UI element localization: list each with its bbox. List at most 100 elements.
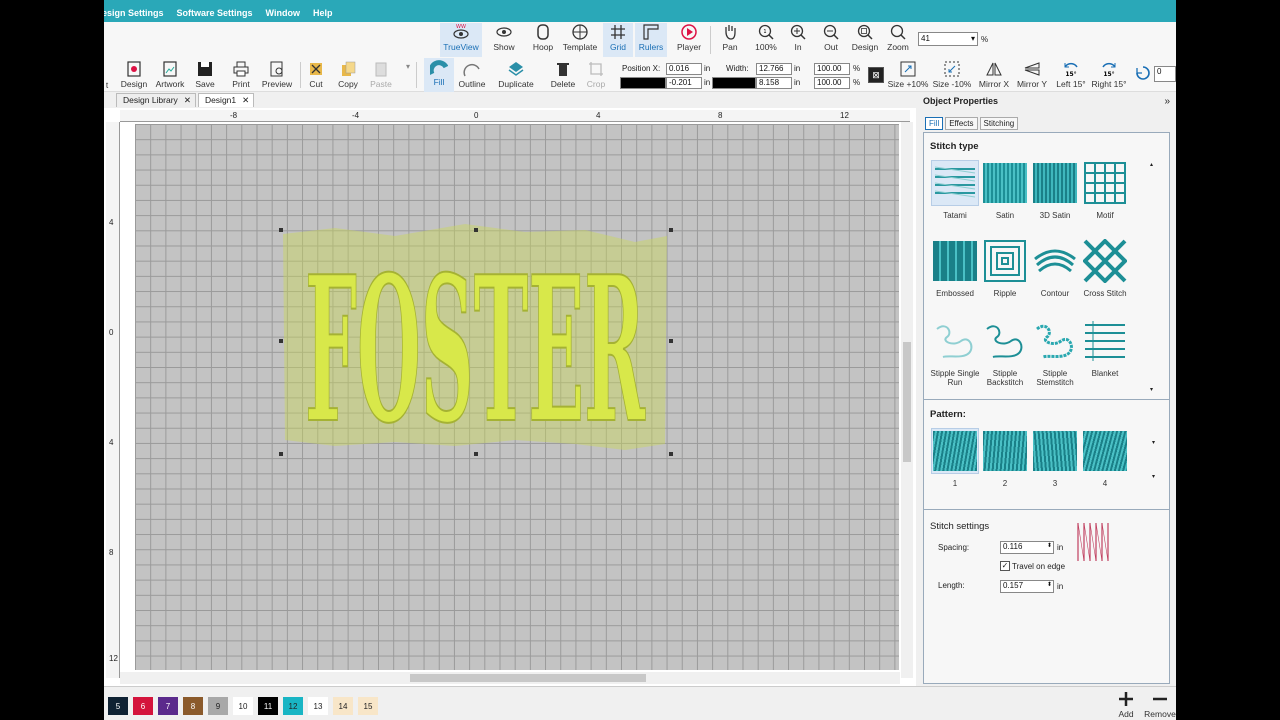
delete-button[interactable]: Delete (548, 60, 578, 89)
stitch-stipple-backstitch[interactable]: Stipple Backstitch (980, 319, 1030, 387)
thread-color-chip[interactable]: 5 (108, 697, 128, 715)
close-icon[interactable]: ✕ (184, 94, 191, 107)
stitch-ripple[interactable]: Ripple (980, 239, 1030, 298)
scale-x-input[interactable]: 100.00 (814, 63, 850, 75)
pattern-3[interactable]: 3 (1030, 429, 1080, 488)
cut-button[interactable]: Cut (304, 60, 328, 89)
stitch-stipple-single-run[interactable]: Stipple Single Run (930, 319, 980, 387)
toolbar-overflow[interactable]: t (104, 62, 110, 90)
menu-help[interactable]: Help (313, 8, 333, 18)
tab-effects[interactable]: Effects (945, 117, 978, 130)
stitch-cross[interactable]: Cross Stitch (1080, 239, 1130, 298)
scroll-thumb[interactable] (410, 674, 646, 682)
stitch-contour[interactable]: Contour (1030, 239, 1080, 298)
thread-color-chip[interactable]: 7 (158, 697, 178, 715)
width-input[interactable]: 12.766 (756, 63, 792, 75)
template-button[interactable]: Template (562, 23, 598, 52)
design-button[interactable]: Design (119, 60, 149, 89)
rotate-right-button[interactable]: 15° Right 15° (1090, 60, 1128, 89)
height-input[interactable]: 8.158 (756, 77, 792, 89)
mirror-y-button[interactable]: Mirror Y (1014, 60, 1050, 89)
stitch-3d-satin[interactable]: 3D Satin (1030, 161, 1080, 220)
add-color-button[interactable]: Add (1114, 690, 1138, 719)
pattern-4[interactable]: 4 (1080, 429, 1130, 488)
spacing-input[interactable]: 0.116 ⬍ (1000, 541, 1054, 554)
outline-button[interactable]: Outline (456, 60, 488, 89)
chevron-down-icon[interactable]: ▾ (1152, 473, 1155, 480)
rotate-free-button[interactable] (1134, 64, 1152, 83)
zoom-100-button[interactable]: 1 100% (752, 23, 780, 52)
fill-button[interactable]: Fill (424, 58, 454, 92)
horizontal-scrollbar[interactable] (120, 672, 900, 684)
rotation-input[interactable]: 0 (1154, 66, 1176, 82)
size-plus-button[interactable]: Size +10% (888, 60, 928, 89)
show-button[interactable]: Show (486, 23, 522, 52)
stitch-motif[interactable]: Motif (1080, 161, 1130, 220)
lock-aspect-button[interactable]: ⊠ (868, 67, 884, 83)
stitch-stipple-stemstitch[interactable]: Stipple Stemstitch (1030, 319, 1080, 387)
tab-fill[interactable]: Fill (925, 117, 944, 130)
copy-button[interactable]: Copy (336, 60, 360, 89)
artwork-button[interactable]: Artwork (153, 60, 187, 89)
ruler-vertical[interactable]: 4 0 4 8 12 (106, 122, 120, 678)
thread-color-chip[interactable]: 8 (183, 697, 203, 715)
vertical-scrollbar[interactable] (901, 122, 913, 678)
thread-color-chip[interactable]: 14 (333, 697, 353, 715)
scale-y-input[interactable]: 100.00 (814, 77, 850, 89)
rulers-button[interactable]: Rulers (635, 23, 667, 57)
thread-color-chip[interactable]: 15 (358, 697, 378, 715)
stitch-type-scrollbar[interactable]: ▴ ▾ (1150, 161, 1156, 393)
embroidery-design[interactable]: FOSTER (135, 124, 899, 670)
paste-button[interactable]: Paste (368, 60, 394, 89)
zoom-in-button[interactable]: In (786, 23, 810, 52)
position-x-input[interactable]: 0.016 (666, 63, 702, 75)
position-y-input[interactable]: -0.201 (666, 77, 702, 89)
size-minus-button[interactable]: Size -10% (932, 60, 972, 89)
design-text[interactable]: FOSTER (304, 232, 647, 469)
chevron-right-icon[interactable]: » (1164, 96, 1170, 107)
pattern-1[interactable]: 1 (930, 428, 980, 488)
tab-design-library[interactable]: Design Library ✕ (116, 93, 196, 107)
zoom-percent-input[interactable]: 41 ▾ (918, 32, 978, 46)
grid-button[interactable]: Grid (603, 23, 633, 57)
zoom-button[interactable]: Zoom (884, 23, 912, 52)
menu-software-settings[interactable]: Software Settings (177, 8, 253, 18)
hoop-grid[interactable]: FOSTER (135, 124, 899, 670)
thread-color-chip[interactable]: 12 (283, 697, 303, 715)
duplicate-button[interactable]: Duplicate (496, 60, 536, 89)
thread-color-chip[interactable]: 9 (208, 697, 228, 715)
thread-color-chip[interactable]: 6 (133, 697, 153, 715)
tab-design1[interactable]: Design1 ✕ (197, 93, 255, 107)
tab-stitching[interactable]: Stitching (979, 117, 1019, 130)
pattern-2[interactable]: 2 (980, 429, 1030, 488)
preview-button[interactable]: Preview (260, 60, 294, 89)
travel-on-edge-checkbox[interactable]: ✓ (1000, 561, 1010, 571)
close-icon[interactable]: ✕ (242, 94, 249, 107)
thread-color-chip[interactable]: 11 (258, 697, 278, 715)
stitch-embossed[interactable]: Embossed (930, 239, 980, 298)
pan-button[interactable]: Pan (716, 23, 744, 52)
hoop-button[interactable]: Hoop (528, 23, 558, 52)
stitch-blanket[interactable]: Blanket (1080, 319, 1130, 378)
thread-color-chip[interactable]: 10 (233, 697, 253, 715)
save-button[interactable]: Save (192, 60, 218, 89)
spinner-icon[interactable]: ⬍ (1047, 580, 1052, 590)
player-button[interactable]: Player (674, 23, 704, 52)
print-button[interactable]: Print (229, 60, 253, 89)
zoom-design-button[interactable]: Design (849, 23, 881, 52)
menu-window[interactable]: Window (266, 8, 300, 18)
trueview-button[interactable]: WW TrueView (440, 23, 482, 57)
zoom-out-button[interactable]: Out (818, 23, 844, 52)
chevron-down-icon[interactable]: ▾ (1150, 386, 1153, 393)
stitch-tatami[interactable]: Tatami (930, 160, 980, 220)
toolbar-expand-icon[interactable]: ▾ (406, 62, 410, 71)
rotate-left-button[interactable]: 15° Left 15° (1054, 60, 1088, 89)
remove-color-button[interactable]: Remove (1144, 690, 1176, 719)
scroll-thumb[interactable] (903, 342, 911, 462)
thread-color-chip[interactable]: 13 (308, 697, 328, 715)
crop-button[interactable]: Crop (584, 60, 608, 89)
spinner-icon[interactable]: ⬍ (1047, 541, 1052, 551)
ruler-horizontal[interactable]: -8 -4 0 4 8 12 (120, 110, 910, 122)
chevron-down-icon[interactable]: ▾ (1152, 439, 1155, 446)
menu-design-settings[interactable]: esign Settings (104, 8, 164, 18)
